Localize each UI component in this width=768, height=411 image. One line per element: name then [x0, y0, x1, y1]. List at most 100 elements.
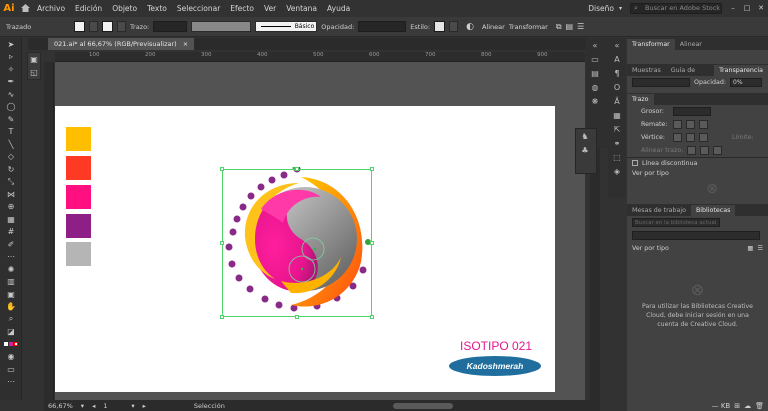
paragraph-icon[interactable]: ¶ — [608, 66, 626, 80]
graphic-style-dropdown[interactable] — [449, 21, 459, 32]
scale-tool-icon[interactable]: ⤡ — [0, 176, 22, 189]
width-tool-icon[interactable]: ⋈ — [0, 188, 22, 201]
selection-handle[interactable] — [220, 315, 224, 319]
selection-tool-icon[interactable]: ➤ — [0, 38, 22, 51]
tab-mesas-trabajo[interactable]: Mesas de trabajo — [627, 205, 691, 216]
mesh-tool-icon[interactable]: # — [0, 226, 22, 239]
zoom-tool-icon[interactable]: ⌕ — [0, 313, 22, 326]
prev-artboard-icon[interactable]: ◂ — [92, 402, 95, 410]
align-inside-button[interactable] — [700, 146, 710, 155]
perspective-grid-icon[interactable]: ▦ — [0, 213, 22, 226]
minimize-button[interactable]: – — [726, 4, 740, 12]
grid-view-icon[interactable]: ▦ — [747, 245, 753, 252]
type-tool-icon[interactable]: T — [0, 126, 22, 139]
pencil-tool-icon[interactable]: ✎ — [0, 113, 22, 126]
color-swatch-pink[interactable] — [66, 185, 91, 209]
miter-join-button[interactable] — [673, 133, 682, 142]
align-outside-button[interactable] — [713, 146, 723, 155]
stroke-weight-input[interactable] — [153, 21, 188, 32]
artboard-number[interactable]: 1 — [103, 402, 123, 410]
bevel-join-button[interactable] — [699, 133, 708, 142]
selection-handle[interactable] — [220, 241, 224, 245]
symbol-sprayer-icon[interactable]: ✺ — [0, 263, 22, 276]
puppet-warp-icon[interactable]: ♞ — [576, 129, 594, 143]
fill-dropdown[interactable] — [89, 21, 98, 32]
arrange-icon[interactable]: ▤ — [566, 22, 574, 31]
isolate-icon[interactable]: ⧉ — [556, 22, 562, 32]
magic-wand-icon[interactable]: ✧ — [0, 63, 22, 76]
menu-seleccionar[interactable]: Seleccionar — [172, 4, 225, 13]
tab-guia-color[interactable]: Guía de colo — [666, 65, 714, 85]
cloud-icon[interactable]: ☁ — [744, 402, 751, 410]
collapse-icon[interactable]: « — [608, 38, 626, 52]
graphic-style-swatch[interactable] — [434, 21, 446, 32]
brand-badge[interactable]: Kadoshmerah — [449, 356, 541, 376]
tab-muestras[interactable]: Muestras — [627, 65, 666, 76]
tab-alinear[interactable]: Alinear — [675, 39, 707, 50]
color-mode-icon[interactable] — [0, 338, 22, 351]
properties-icon[interactable]: ▤ — [586, 66, 604, 80]
ellipse-tool-icon[interactable]: ◯ — [0, 101, 22, 114]
delete-icon[interactable]: 🗑 — [755, 402, 764, 410]
opacity-input[interactable] — [358, 21, 407, 32]
tab-transformar[interactable]: Transformar — [627, 39, 675, 50]
screen-mode-icon[interactable]: ▭ — [0, 363, 22, 376]
color-swatch-gray[interactable] — [66, 242, 91, 266]
artboard[interactable]: ISOTIPO 021 Kadoshmerah — [55, 106, 555, 392]
color-swatch-purple[interactable] — [66, 214, 91, 238]
opentype-icon[interactable]: O — [608, 80, 626, 94]
eyedropper-icon[interactable]: ✐ — [0, 238, 22, 251]
symbol-clubs-icon[interactable]: ♣ — [576, 143, 594, 157]
stroke-dropdown[interactable] — [117, 21, 126, 32]
round-cap-button[interactable] — [686, 120, 695, 129]
variable-width-profile[interactable] — [191, 21, 252, 32]
eraser-tool-icon[interactable]: ◇ — [0, 151, 22, 164]
butt-cap-button[interactable] — [673, 120, 682, 129]
close-button[interactable]: ✕ — [754, 4, 768, 12]
character-icon[interactable]: A — [608, 52, 626, 66]
document-tab[interactable]: 021.ai* al 66,67% (RGB/Previsualizar) × — [48, 38, 195, 50]
selection-handle[interactable] — [370, 241, 374, 245]
tab-transparencia[interactable]: Transparencia — [714, 65, 768, 76]
library-search-input[interactable]: Buscar en la biblioteca actual — [632, 218, 720, 227]
curvature-tool-icon[interactable]: ∿ — [0, 88, 22, 101]
horizontal-scrollbar-thumb[interactable] — [392, 402, 453, 409]
line-tool-icon[interactable]: ╲ — [0, 138, 22, 151]
tab-bibliotecas[interactable]: Bibliotecas — [690, 205, 736, 216]
links-icon[interactable]: ⚭ — [608, 136, 626, 150]
next-artboard-icon[interactable]: ▸ — [143, 402, 146, 410]
color-swatch-red[interactable] — [66, 156, 91, 180]
library-filter-label[interactable]: Ver por tipo — [632, 245, 669, 252]
artboard-options-icon[interactable]: ▣ — [28, 53, 40, 66]
blend-tool-icon[interactable]: ⋯ — [0, 251, 22, 264]
menu-edicion[interactable]: Edición — [70, 4, 107, 13]
align-button[interactable]: Alinear — [482, 23, 505, 31]
export-icon[interactable]: ⇱ — [608, 122, 626, 136]
direct-selection-tool-icon[interactable]: ▹ — [0, 51, 22, 64]
swatch-icon[interactable]: ▦ — [608, 108, 626, 122]
weight-input[interactable] — [673, 107, 711, 116]
align-center-button[interactable] — [687, 146, 697, 155]
rotate-tool-icon[interactable]: ↻ — [0, 163, 22, 176]
stock-search-input[interactable]: ⌕ Buscar en Adobe Stock — [630, 2, 722, 14]
menu-ventana[interactable]: Ventana — [281, 4, 322, 13]
workspace-switcher[interactable]: Diseño — [583, 4, 619, 13]
glyphs-icon[interactable]: Ä — [608, 94, 626, 108]
tab-trazo[interactable]: Trazo — [627, 94, 654, 105]
opacity-input[interactable]: 0% — [730, 78, 762, 87]
collapse-icon[interactable]: « — [586, 38, 604, 52]
home-icon[interactable] — [18, 0, 32, 16]
close-tab-icon[interactable]: × — [183, 40, 188, 48]
layers-icon[interactable]: ◈ — [608, 164, 626, 178]
menu-ver[interactable]: Ver — [259, 4, 281, 13]
color-swatch-yellow[interactable] — [66, 127, 91, 151]
menu-objeto[interactable]: Objeto — [107, 4, 142, 13]
menu-efecto[interactable]: Efecto — [225, 4, 259, 13]
round-join-button[interactable] — [686, 133, 695, 142]
selection-handle[interactable] — [295, 315, 299, 319]
shape-builder-icon[interactable]: ⊕ — [0, 201, 22, 214]
stroke-swatch[interactable] — [102, 21, 113, 32]
brush-definition[interactable]: Básico — [255, 21, 318, 32]
blend-mode-select[interactable] — [632, 78, 690, 87]
draw-mode-icon[interactable]: ◉ — [0, 351, 22, 364]
